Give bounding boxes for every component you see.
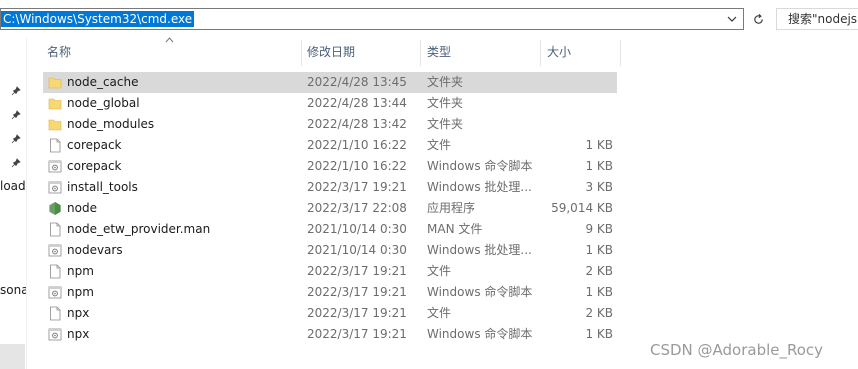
file-name: node_etw_provider.man: [67, 222, 211, 236]
chevron-down-icon[interactable]: [725, 12, 739, 26]
file-size: 1 KB: [585, 285, 613, 299]
file-date: 2022/3/17 19:21: [307, 306, 407, 320]
column-divider[interactable]: [540, 40, 541, 66]
file-size: 9 KB: [585, 222, 613, 236]
column-header-date[interactable]: 修改日期: [307, 40, 355, 64]
file-icon: [48, 222, 62, 237]
file-row[interactable]: node_etw_provider.man 2021/10/14 0:30 MAN …: [43, 219, 617, 240]
file-type: MAN 文件: [427, 222, 483, 236]
refresh-button[interactable]: [747, 9, 769, 29]
file-name: nodevars: [67, 243, 123, 257]
file-type: Windows 命令脚本: [427, 327, 533, 341]
file-name: node: [67, 201, 97, 215]
file-type: 文件: [427, 264, 452, 278]
pin-icon[interactable]: [11, 134, 21, 144]
file-size: 1 KB: [585, 138, 613, 152]
file-row[interactable]: npm 2022/3/17 19:21 Windows 命令脚本 1 KB: [43, 282, 617, 303]
file-date: 2022/1/10 16:22: [307, 159, 407, 173]
file-date: 2022/4/28 13:42: [307, 117, 407, 131]
pin-icon[interactable]: [11, 86, 21, 96]
file-size: 2 KB: [585, 306, 613, 320]
file-date: 2022/3/17 22:08: [307, 201, 407, 215]
file-row[interactable]: node_cache 2022/4/28 13:45 文件夹: [43, 72, 617, 93]
file-name: npm: [67, 285, 94, 299]
search-input[interactable]: 搜索"nodejs": [776, 8, 858, 30]
address-path[interactable]: C:\Windows\System32\cmd.exe: [1, 11, 195, 27]
script-icon: [48, 159, 62, 174]
file-type: Windows 命令脚本: [427, 159, 533, 173]
file-size: 1 KB: [585, 243, 613, 257]
file-name: npx: [67, 327, 90, 341]
file-row[interactable]: install_tools 2022/3/17 19:21 Windows 批处理.…: [43, 177, 617, 198]
file-type: 文件夹: [427, 75, 464, 89]
script-icon: [48, 180, 62, 195]
nav-item-personal[interactable]: sona: [0, 283, 26, 297]
file-type: 文件夹: [427, 96, 464, 110]
file-row[interactable]: node 2022/3/17 22:08 应用程序 59,014 KB: [43, 198, 617, 219]
file-type: 文件: [427, 306, 452, 320]
folder-icon: [48, 117, 62, 132]
nodejs-app-icon: [48, 201, 62, 216]
file-row[interactable]: corepack 2022/1/10 16:22 文件 1 KB: [43, 135, 617, 156]
nav-scroll-region: [0, 344, 25, 369]
column-header-name[interactable]: 名称: [47, 40, 71, 64]
file-date: 2022/3/17 19:21: [307, 327, 407, 341]
folder-icon: [48, 96, 62, 111]
watermark: CSDN @Adorable_Rocy: [650, 341, 824, 359]
file-name: corepack: [67, 138, 122, 152]
file-date: 2022/1/10 16:22: [307, 138, 407, 152]
navigation-pane: load sona: [0, 38, 27, 369]
pin-icon[interactable]: [11, 158, 21, 168]
file-row[interactable]: node_global 2022/4/28 13:44 文件夹: [43, 93, 617, 114]
file-size: 2 KB: [585, 264, 613, 278]
file-date: 2022/3/17 19:21: [307, 180, 407, 194]
file-size: 3 KB: [585, 180, 613, 194]
file-type: Windows 批处理...: [427, 180, 532, 194]
file-row[interactable]: node_modules 2022/4/28 13:42 文件夹: [43, 114, 617, 135]
address-bar[interactable]: C:\Windows\System32\cmd.exe: [0, 8, 744, 30]
file-date: 2021/10/14 0:30: [307, 243, 407, 257]
file-icon: [48, 306, 62, 321]
file-icon: [48, 264, 62, 279]
pin-icon[interactable]: [11, 110, 21, 120]
column-divider[interactable]: [420, 40, 421, 66]
file-name: node_cache: [67, 75, 139, 89]
script-icon: [48, 327, 62, 342]
file-type: 文件夹: [427, 117, 464, 131]
file-date: 2021/10/14 0:30: [307, 222, 407, 236]
file-date: 2022/4/28 13:44: [307, 96, 407, 110]
file-date: 2022/3/17 19:21: [307, 264, 407, 278]
file-name: node_global: [67, 96, 140, 110]
file-size: 1 KB: [585, 159, 613, 173]
file-name: install_tools: [67, 180, 138, 194]
column-divider[interactable]: [620, 40, 621, 66]
file-name: node_modules: [67, 117, 155, 131]
folder-icon: [48, 75, 62, 90]
column-header-size[interactable]: 大小: [547, 40, 571, 64]
file-name: npx: [67, 306, 90, 320]
script-icon: [48, 243, 62, 258]
file-size: 59,014 KB: [551, 201, 613, 215]
file-name: npm: [67, 264, 94, 278]
file-row[interactable]: npx 2022/3/17 19:21 文件 2 KB: [43, 303, 617, 324]
file-row[interactable]: npm 2022/3/17 19:21 文件 2 KB: [43, 261, 617, 282]
file-type: 应用程序: [427, 201, 476, 215]
file-name: corepack: [67, 159, 122, 173]
column-divider[interactable]: [301, 40, 302, 66]
file-row[interactable]: npx 2022/3/17 19:21 Windows 命令脚本 1 KB: [43, 324, 617, 345]
nav-item-downloads[interactable]: load: [0, 179, 26, 193]
refresh-icon: [753, 13, 763, 24]
file-date: 2022/3/17 19:21: [307, 285, 407, 299]
file-size: 1 KB: [585, 327, 613, 341]
sort-ascending-icon: [165, 37, 174, 43]
file-date: 2022/4/28 13:45: [307, 75, 407, 89]
file-icon: [48, 138, 62, 153]
file-row[interactable]: nodevars 2021/10/14 0:30 Windows 批处理... 1 K…: [43, 240, 617, 261]
column-header-type[interactable]: 类型: [427, 40, 451, 64]
file-row[interactable]: corepack 2022/1/10 16:22 Windows 命令脚本 1 KB: [43, 156, 617, 177]
file-type: 文件: [427, 138, 452, 152]
file-type: Windows 批处理...: [427, 243, 532, 257]
file-type: Windows 命令脚本: [427, 285, 533, 299]
script-icon: [48, 285, 62, 300]
